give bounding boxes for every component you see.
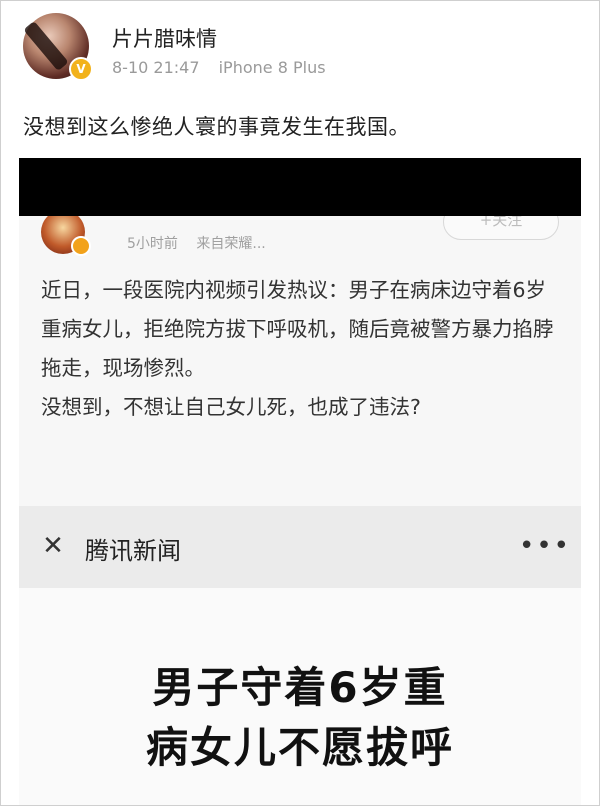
embedded-screenshot: 5小时前 来自荣耀... +关注 近日，一段医院内视频引发热议：男子在病床边守着… (19, 216, 581, 506)
follow-button: +关注 (443, 216, 559, 240)
close-icon: ✕ (42, 531, 64, 561)
username[interactable]: 片片腊味情 (112, 23, 217, 53)
post-text: 没想到这么惨绝人寰的事竟发生在我国。 (23, 115, 410, 139)
news-header-bar: ✕ 腾讯新闻 ••• (19, 506, 581, 588)
avatar-image-detail (23, 20, 69, 72)
news-source-title: 腾讯新闻 (85, 537, 181, 565)
news-headline: 男子守着6岁重 病女儿不愿拔呼 (19, 658, 581, 778)
verified-badge-icon: V (69, 57, 93, 81)
news-headline-area: 男子守着6岁重 病女儿不愿拔呼 (19, 588, 581, 805)
embedded-time: 5小时前 (127, 236, 178, 252)
weibo-post-card: V 片片腊味情 8-10 21:47 iPhone 8 Plus 没想到这么惨绝… (0, 0, 600, 806)
embedded-meta: 5小时前 来自荣耀... (127, 233, 280, 253)
embedded-source: 来自荣耀... (196, 236, 266, 252)
headline-line-2: 病女儿不愿拔呼 (145, 723, 454, 772)
embedded-post-body: 近日，一段医院内视频引发热议：男子在病床边守着6岁重病女儿，拒绝院方拔下呼吸机，… (41, 271, 561, 427)
headline-line-1: 男子守着6岁重 (152, 663, 448, 712)
embedded-paragraph-2: 没想到，不想让自己女儿死，也成了违法? (41, 395, 421, 419)
embedded-verified-icon (71, 236, 91, 256)
post-device: iPhone 8 Plus (218, 58, 326, 77)
post-meta: 8-10 21:47 iPhone 8 Plus (112, 58, 340, 77)
embedded-paragraph-1: 近日，一段医院内视频引发热议：男子在病床边守着6岁重病女儿，拒绝院方拔下呼吸机，… (41, 278, 554, 380)
redaction-bar (19, 158, 581, 216)
post-timestamp: 8-10 21:47 (112, 58, 200, 77)
more-icon: ••• (519, 531, 572, 561)
embedded-avatar (41, 216, 91, 256)
